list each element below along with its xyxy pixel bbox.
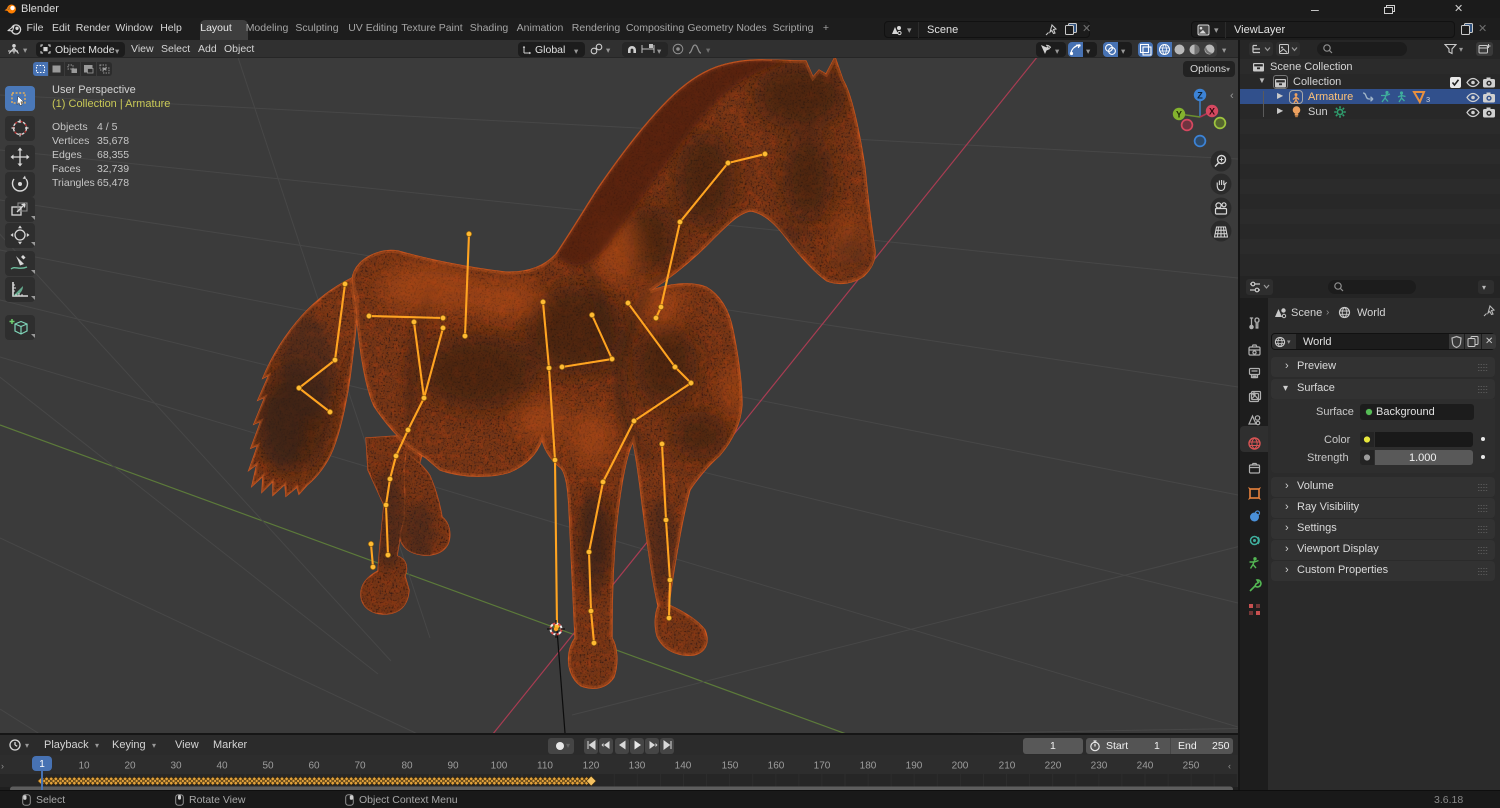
svg-text:10: 10: [78, 761, 90, 772]
svg-text:40: 40: [216, 761, 228, 772]
svg-text:20: 20: [124, 761, 136, 772]
svg-text:250: 250: [1183, 761, 1200, 772]
svg-text:200: 200: [952, 761, 969, 772]
svg-text:150: 150: [722, 761, 739, 772]
svg-text:1: 1: [39, 759, 45, 770]
svg-text:160: 160: [768, 761, 785, 772]
svg-text:80: 80: [401, 761, 413, 772]
svg-text:100: 100: [491, 761, 508, 772]
svg-text:Y: Y: [1176, 109, 1182, 119]
svg-text:X: X: [1209, 106, 1215, 116]
svg-text:Z: Z: [1197, 90, 1203, 100]
svg-text:140: 140: [675, 761, 692, 772]
svg-text:240: 240: [1137, 761, 1154, 772]
svg-text:60: 60: [308, 761, 320, 772]
svg-text:70: 70: [354, 761, 366, 772]
svg-text:230: 230: [1091, 761, 1108, 772]
svg-text:120: 120: [583, 761, 600, 772]
svg-text:50: 50: [262, 761, 274, 772]
svg-text:220: 220: [1045, 761, 1062, 772]
svg-text:130: 130: [629, 761, 646, 772]
svg-text:90: 90: [447, 761, 459, 772]
svg-text:190: 190: [906, 761, 923, 772]
svg-text:30: 30: [170, 761, 182, 772]
svg-text:110: 110: [537, 761, 553, 772]
svg-text:170: 170: [814, 761, 831, 772]
svg-text:210: 210: [999, 761, 1016, 772]
svg-text:180: 180: [860, 761, 877, 772]
